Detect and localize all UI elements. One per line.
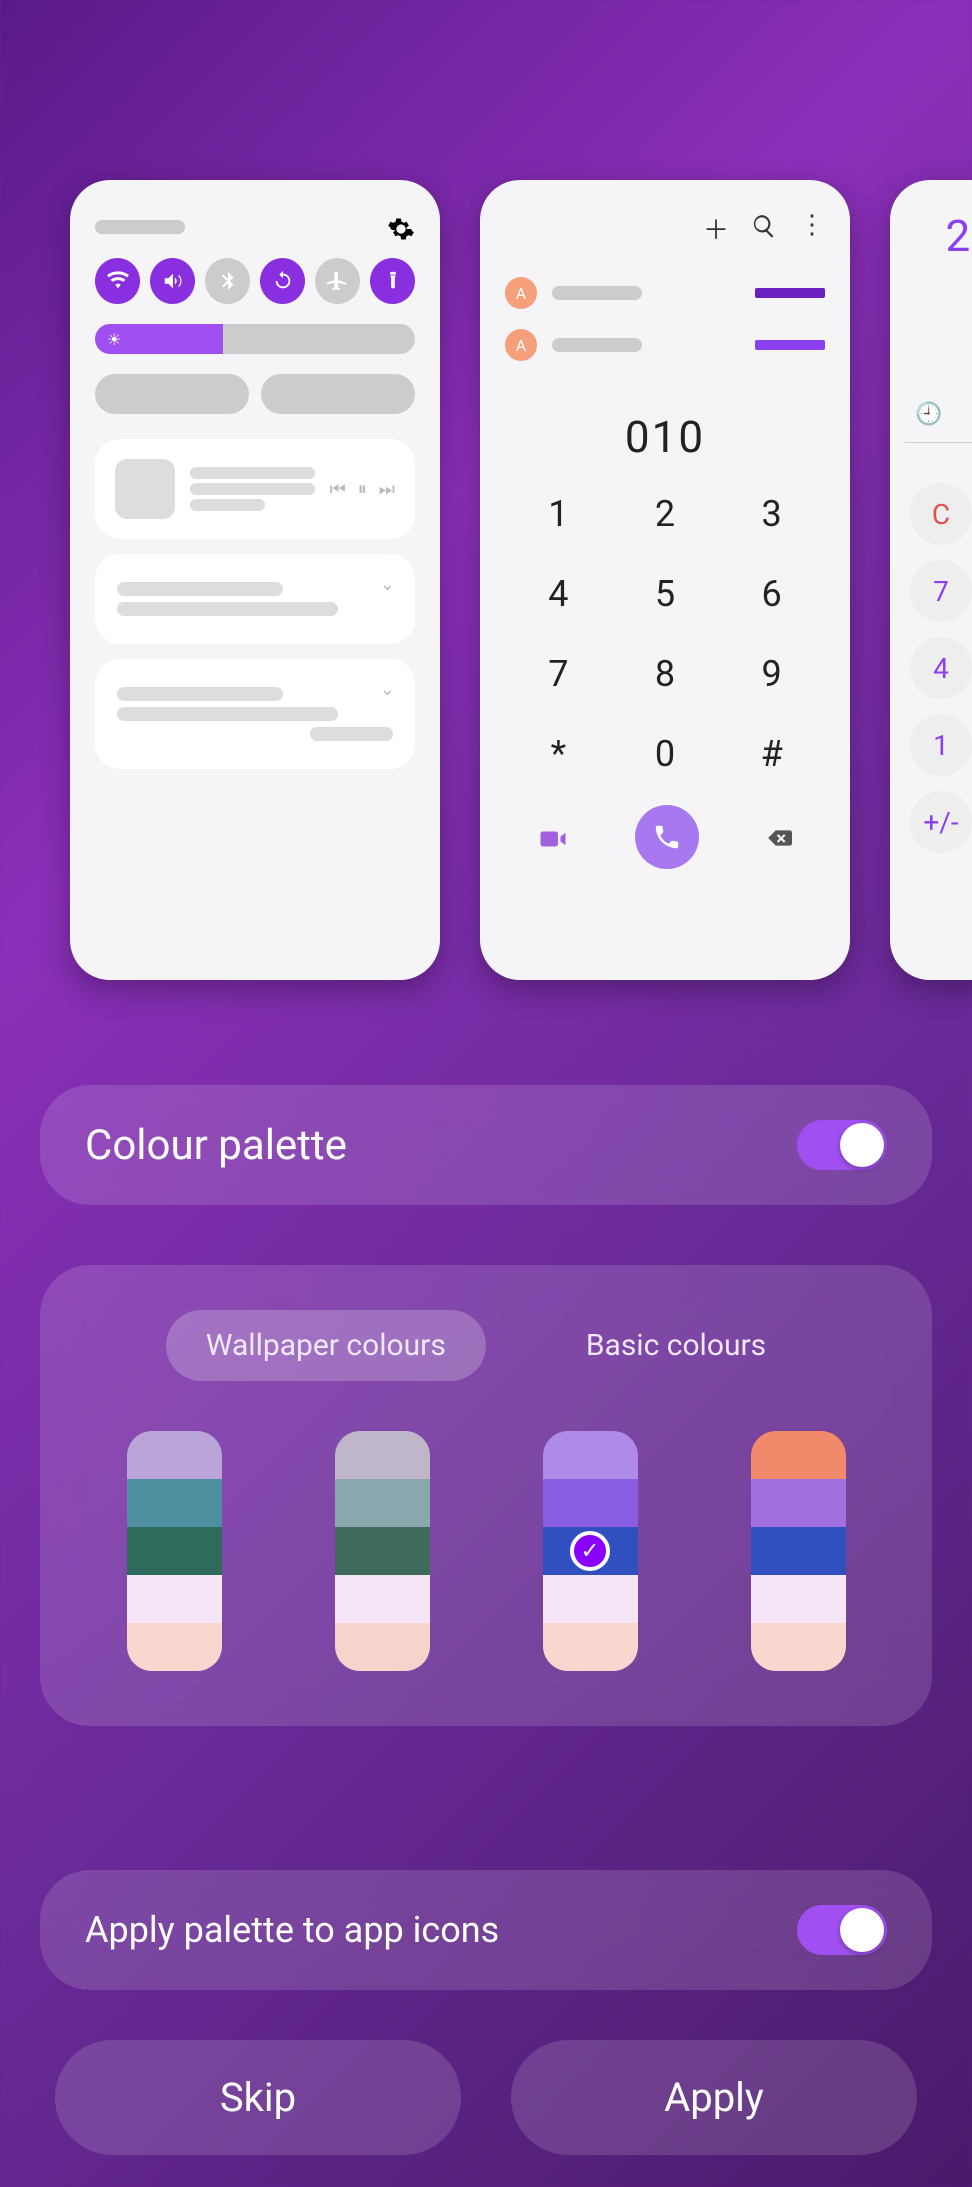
sound-icon — [150, 258, 195, 304]
swatch-segment — [335, 1623, 430, 1671]
calc-key-clear: C — [910, 483, 972, 545]
swatch-row: ✓ — [85, 1431, 887, 1671]
calc-key-1: 1 — [910, 714, 972, 776]
calc-display: 23 — [905, 210, 972, 262]
contact-row: A — [505, 329, 825, 361]
theme-preview-row: ☀ ⏮ ⏸ ⏭ ⌄ ⌄ — [70, 180, 972, 980]
key-hash: # — [718, 733, 825, 775]
notification-card: ⌄ — [95, 554, 415, 644]
palette-swatch-3[interactable]: ✓ — [543, 1431, 638, 1671]
swatch-segment — [127, 1479, 222, 1527]
airplane-icon — [315, 258, 360, 304]
chevron-down-icon: ⌄ — [380, 679, 395, 700]
swatch-segment — [335, 1431, 430, 1479]
calc-key-4: 4 — [910, 637, 972, 699]
swatches-panel: Wallpaper colours Basic colours ✓ — [40, 1265, 932, 1726]
brightness-icon: ☀ — [107, 330, 121, 349]
key-star: * — [505, 733, 612, 775]
key-4: 4 — [505, 573, 612, 615]
quick-toggle-row — [95, 258, 415, 304]
calc-key-7: 7 — [910, 560, 972, 622]
quick-chip — [261, 374, 415, 414]
apply-button[interactable]: Apply — [511, 2040, 917, 2155]
prev-icon: ⏮ — [330, 479, 346, 500]
swatch-segment — [751, 1623, 846, 1671]
swatch-segment — [335, 1527, 430, 1575]
history-icon: 🕘 — [915, 402, 942, 427]
colour-palette-label: Colour palette — [85, 1121, 347, 1170]
key-0: 0 — [612, 733, 719, 775]
call-button-icon — [635, 805, 699, 869]
wifi-icon — [95, 258, 140, 304]
rotate-icon — [260, 258, 305, 304]
palette-swatch-4[interactable] — [751, 1431, 846, 1671]
colour-palette-panel: Colour palette — [40, 1085, 932, 1205]
quick-chip — [95, 374, 249, 414]
media-card: ⏮ ⏸ ⏭ — [95, 439, 415, 539]
apply-icons-panel: Apply palette to app icons — [40, 1870, 932, 1990]
swatch-segment — [751, 1527, 846, 1575]
apply-icons-label: Apply palette to app icons — [85, 1909, 499, 1951]
key-9: 9 — [718, 653, 825, 695]
more-icon: ⋮ — [799, 210, 825, 247]
swatch-segment — [751, 1431, 846, 1479]
key-5: 5 — [612, 573, 719, 615]
tab-wallpaper-colours[interactable]: Wallpaper colours — [166, 1310, 486, 1381]
video-call-icon — [538, 820, 568, 855]
key-3: 3 — [718, 493, 825, 535]
swatch-segment — [127, 1575, 222, 1623]
key-7: 7 — [505, 653, 612, 695]
swatch-segment — [751, 1575, 846, 1623]
palette-source-tabs: Wallpaper colours Basic colours — [85, 1310, 887, 1381]
gear-icon — [387, 210, 415, 243]
bluetooth-icon — [205, 258, 250, 304]
brightness-slider: ☀ — [95, 324, 415, 354]
swatch-segment — [127, 1431, 222, 1479]
preview-dialer: ＋ ⋮ A A 010 1 2 3 4 5 6 7 8 9 * 0 # — [480, 180, 850, 980]
backspace-icon — [766, 822, 792, 852]
avatar: A — [505, 329, 537, 361]
key-8: 8 — [612, 653, 719, 695]
torch-icon — [370, 258, 415, 304]
calc-key-sign: +/- — [910, 791, 972, 853]
swatch-segment — [335, 1575, 430, 1623]
swatch-segment — [543, 1431, 638, 1479]
swatch-segment — [543, 1575, 638, 1623]
key-2: 2 — [612, 493, 719, 535]
check-icon: ✓ — [570, 1531, 610, 1571]
plus-icon: ＋ — [703, 210, 729, 247]
swatch-segment — [127, 1527, 222, 1575]
search-icon — [751, 210, 777, 247]
swatch-segment — [751, 1479, 846, 1527]
apply-icons-toggle[interactable] — [797, 1905, 887, 1955]
keypad: 1 2 3 4 5 6 7 8 9 * 0 # — [505, 493, 825, 775]
skip-button[interactable]: Skip — [55, 2040, 461, 2155]
preview-quick-settings: ☀ ⏮ ⏸ ⏭ ⌄ ⌄ — [70, 180, 440, 980]
carrier-placeholder — [95, 220, 185, 234]
pause-icon: ⏸ — [358, 479, 367, 500]
palette-swatch-2[interactable] — [335, 1431, 430, 1671]
contact-row: A — [505, 277, 825, 309]
album-art — [115, 459, 175, 519]
next-icon: ⏭ — [379, 479, 395, 500]
swatch-segment — [543, 1479, 638, 1527]
dialed-number: 010 — [505, 411, 825, 463]
key-6: 6 — [718, 573, 825, 615]
tab-basic-colours[interactable]: Basic colours — [546, 1310, 806, 1381]
swatch-segment — [543, 1623, 638, 1671]
preview-calculator: 23 🕘 📏 C 7 4 1 +/- — [890, 180, 972, 980]
colour-palette-toggle[interactable] — [797, 1120, 887, 1170]
swatch-segment — [127, 1623, 222, 1671]
palette-swatch-1[interactable] — [127, 1431, 222, 1671]
key-1: 1 — [505, 493, 612, 535]
chevron-down-icon: ⌄ — [380, 574, 395, 595]
footer-actions: Skip Apply — [55, 2040, 917, 2155]
swatch-segment — [335, 1479, 430, 1527]
notification-card: ⌄ — [95, 659, 415, 769]
avatar: A — [505, 277, 537, 309]
